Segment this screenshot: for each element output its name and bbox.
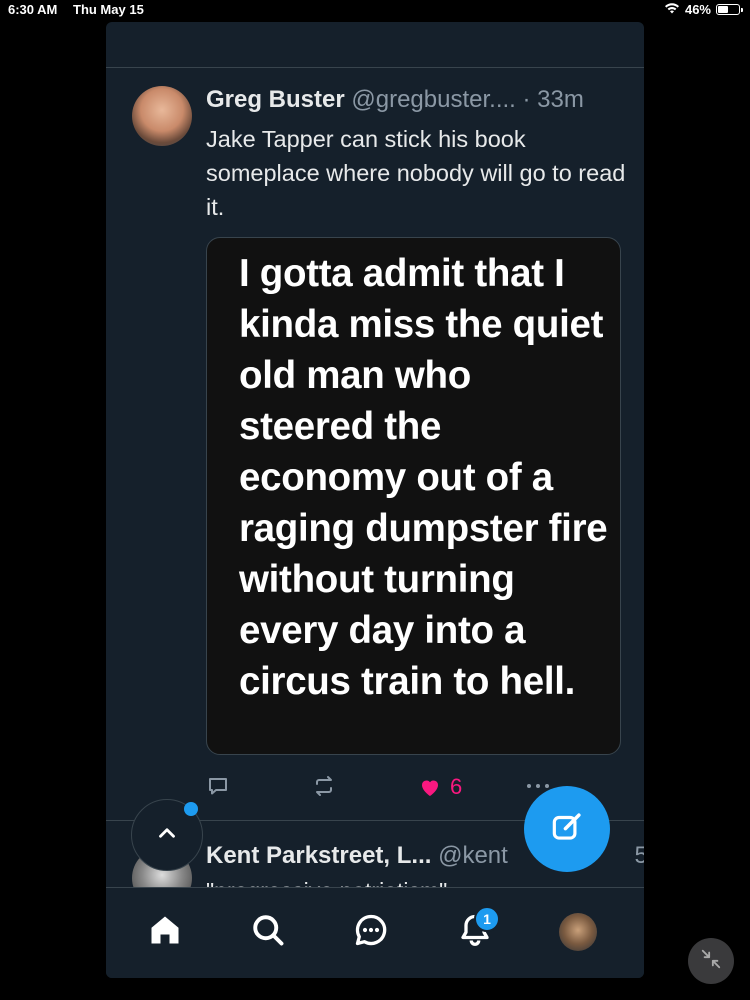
like-count: 6 bbox=[450, 774, 463, 799]
status-date: Thu May 15 bbox=[73, 2, 144, 17]
collapse-icon bbox=[700, 948, 722, 975]
nav-profile[interactable] bbox=[556, 910, 600, 954]
retweet-button[interactable] bbox=[312, 774, 336, 798]
nav-home[interactable] bbox=[143, 910, 187, 954]
battery-percent: 46% bbox=[684, 2, 711, 17]
heart-icon bbox=[418, 775, 442, 799]
nav-notifications[interactable]: 1 bbox=[453, 906, 500, 954]
nav-messages[interactable] bbox=[349, 910, 393, 954]
reply-button[interactable] bbox=[206, 774, 230, 798]
author-handle[interactable]: @gregbuster.... bbox=[351, 86, 515, 113]
tweet-text: Jake Tapper can stick his book someplace… bbox=[206, 126, 626, 220]
like-button[interactable]: 6 bbox=[418, 774, 462, 800]
tweet-time[interactable]: 33m bbox=[537, 86, 584, 113]
minimize-button[interactable] bbox=[688, 938, 734, 984]
author-name[interactable]: Kent Parkstreet, L... bbox=[206, 842, 431, 869]
meta-separator: · bbox=[522, 86, 531, 113]
retweet-icon bbox=[312, 774, 336, 798]
tweet-header: Greg Buster @gregbuster.... · 33m bbox=[206, 86, 584, 114]
messages-icon bbox=[353, 912, 389, 953]
home-icon bbox=[147, 912, 183, 953]
tweet-time[interactable]: 5h bbox=[635, 842, 645, 869]
author-name[interactable]: Greg Buster bbox=[206, 86, 345, 113]
notification-badge: 1 bbox=[474, 906, 500, 932]
compose-button[interactable] bbox=[524, 786, 610, 872]
reply-icon bbox=[206, 774, 230, 798]
new-posts-indicator bbox=[184, 802, 198, 816]
wifi-icon bbox=[664, 2, 680, 17]
image-caption: I gotta admit that I kinda miss the quie… bbox=[239, 252, 608, 703]
compose-icon bbox=[548, 808, 586, 851]
bottom-nav: 1 bbox=[106, 887, 644, 978]
status-time: 6:30 AM bbox=[8, 2, 58, 17]
author-avatar[interactable] bbox=[132, 86, 192, 146]
nav-search[interactable] bbox=[246, 910, 290, 954]
profile-avatar bbox=[559, 913, 597, 951]
chevron-up-icon bbox=[154, 820, 180, 851]
search-icon bbox=[250, 912, 286, 953]
battery-icon bbox=[716, 4, 743, 15]
status-bar: 6:30 AM Thu May 15 46% bbox=[0, 0, 750, 20]
divider bbox=[106, 67, 644, 68]
tweet-image[interactable]: I gotta admit that I kinda miss the quie… bbox=[206, 237, 621, 755]
author-handle[interactable]: @kent bbox=[438, 842, 508, 869]
